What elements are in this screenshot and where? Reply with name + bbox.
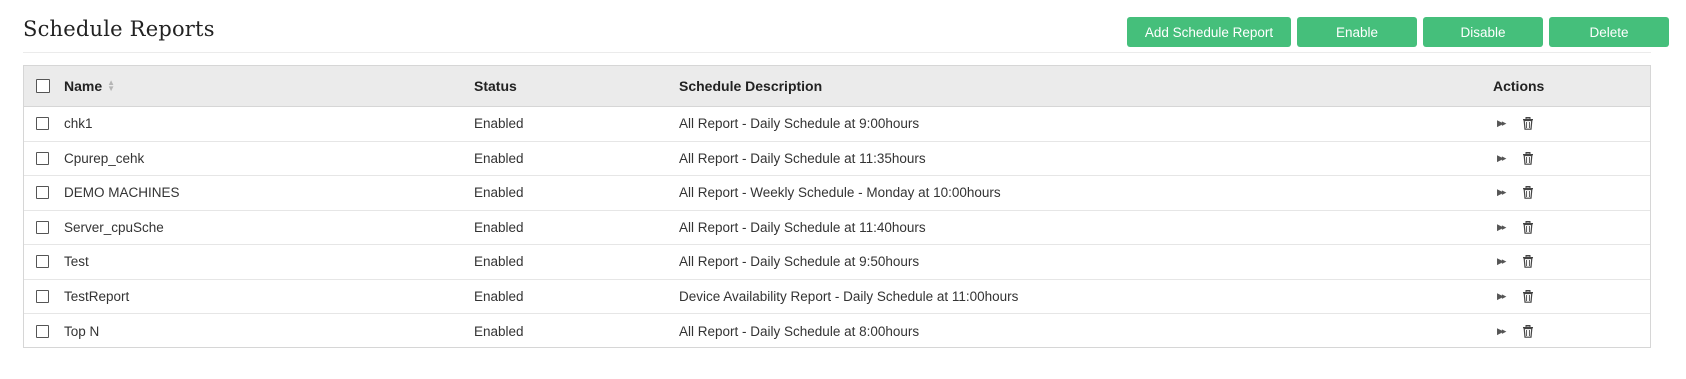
trash-icon[interactable] [1522,220,1534,234]
add-schedule-report-button[interactable]: Add Schedule Report [1127,17,1291,47]
column-header-name[interactable]: Name ▲ ▼ [64,66,115,106]
run-now-icon[interactable]: ▶▸ [1497,326,1507,337]
trash-icon[interactable] [1522,117,1534,131]
trash-icon[interactable] [1522,289,1534,303]
report-name: chk1 [64,116,93,132]
table-body: chk1 Enabled All Report - Daily Schedule… [24,107,1650,349]
column-header-actions: Actions [1493,78,1545,94]
row-checkbox-cell [36,245,49,279]
toolbar: Add Schedule Report Enable Disable Delet… [1127,17,1669,47]
schedule-description: All Report - Daily Schedule at 9:00hours [679,116,920,132]
schedule-description: All Report - Weekly Schedule - Monday at… [679,185,1001,201]
report-name: DEMO MACHINES [64,185,180,201]
table-row: Server_cpuSche Enabled All Report - Dail… [24,211,1650,245]
sort-icon[interactable]: ▲ ▼ [107,79,115,93]
trash-icon[interactable] [1522,255,1534,269]
row-actions: ▶▸ [1497,107,1534,141]
title-divider [23,52,1651,53]
row-checkbox[interactable] [36,117,49,131]
table-row: chk1 Enabled All Report - Daily Schedule… [24,107,1650,142]
schedule-description: All Report - Daily Schedule at 8:00hours [679,323,920,339]
schedule-reports-table: Name ▲ ▼ Status Schedule Description Acti… [23,65,1651,348]
row-checkbox[interactable] [36,255,49,269]
table-row: Top N Enabled All Report - Daily Schedul… [24,314,1650,349]
report-status: Enabled [474,288,524,304]
schedule-description: All Report - Daily Schedule at 11:35hour… [679,150,926,166]
report-status: Enabled [474,116,524,132]
column-header-status: Status [474,78,517,94]
row-checkbox[interactable] [36,151,49,165]
table-row: TestReport Enabled Device Availability R… [24,280,1650,314]
row-actions: ▶▸ [1497,245,1534,279]
table-row: Test Enabled All Report - Daily Schedule… [24,245,1650,280]
report-status: Enabled [474,254,524,270]
row-checkbox[interactable] [36,220,49,234]
table-row: DEMO MACHINES Enabled All Report - Weekl… [24,176,1650,211]
report-name: TestReport [64,288,130,304]
trash-icon[interactable] [1522,151,1534,165]
report-name: Test [64,254,89,270]
row-checkbox-cell [36,176,49,210]
column-header-name-label: Name [64,78,103,94]
row-checkbox-cell [36,314,49,349]
report-name: Server_cpuSche [64,219,164,235]
header-checkbox-cell [36,66,50,106]
delete-button[interactable]: Delete [1549,17,1669,47]
run-now-icon[interactable]: ▶▸ [1497,256,1507,267]
schedule-description: Device Availability Report - Daily Sched… [679,288,1019,304]
row-checkbox-cell [36,280,49,314]
row-actions: ▶▸ [1497,280,1534,314]
row-checkbox[interactable] [36,289,49,303]
report-name: Cpurep_cehk [64,150,145,166]
row-actions: ▶▸ [1497,211,1534,245]
row-checkbox-cell [36,107,49,141]
schedule-description: All Report - Daily Schedule at 11:40hour… [679,219,926,235]
report-status: Enabled [474,150,524,166]
enable-button[interactable]: Enable [1297,17,1417,47]
row-checkbox-cell [36,142,49,176]
table-header: Name ▲ ▼ Status Schedule Description Acti… [24,66,1650,107]
trash-icon[interactable] [1522,186,1534,200]
trash-icon[interactable] [1522,324,1534,338]
page-title: Schedule Reports [23,17,215,41]
row-checkbox[interactable] [36,186,49,200]
disable-button[interactable]: Disable [1423,17,1543,47]
row-checkbox[interactable] [36,324,49,338]
report-status: Enabled [474,185,524,201]
row-checkbox-cell [36,211,49,245]
report-status: Enabled [474,323,524,339]
column-header-description: Schedule Description [679,78,823,94]
report-name: Top N [64,323,100,339]
select-all-checkbox[interactable] [36,79,50,93]
schedule-description: All Report - Daily Schedule at 9:50hours [679,254,920,270]
report-status: Enabled [474,219,524,235]
run-now-icon[interactable]: ▶▸ [1497,153,1507,164]
run-now-icon[interactable]: ▶▸ [1497,118,1507,129]
run-now-icon[interactable]: ▶▸ [1497,187,1507,198]
row-actions: ▶▸ [1497,142,1534,176]
run-now-icon[interactable]: ▶▸ [1497,222,1507,233]
row-actions: ▶▸ [1497,176,1534,210]
table-row: Cpurep_cehk Enabled All Report - Daily S… [24,142,1650,176]
run-now-icon[interactable]: ▶▸ [1497,291,1507,302]
row-actions: ▶▸ [1497,314,1534,349]
